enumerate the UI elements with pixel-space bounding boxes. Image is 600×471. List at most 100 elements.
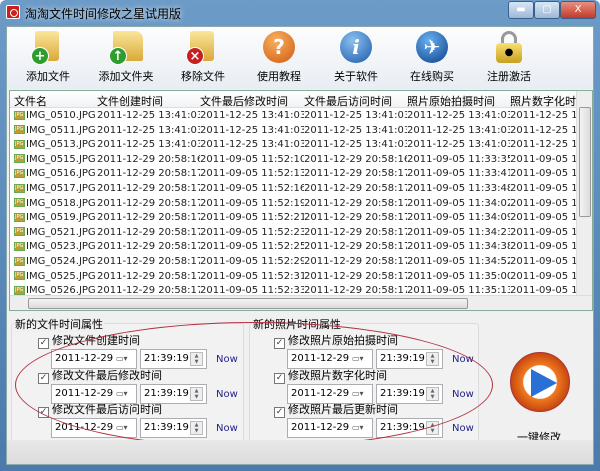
vertical-scroll-thumb[interactable] <box>579 107 591 217</box>
photo-time-group: 新的照片时间属性 ✓ 修改照片原始拍摄时间 2011-12-29 ▭▾ 21:39:… <box>249 316 479 448</box>
table-cell: JPG IMG_0511.JPG <box>14 125 97 136</box>
table-row[interactable]: JPG IMG_0518.JPG 2011-12-29 20:58:17 2011-0… <box>10 197 586 212</box>
time-cell: 2011-09-05 11:3 <box>510 197 586 209</box>
file-table[interactable]: 文件名 文件创建时间 文件最后修改时间 文件最后访问时间 照片原始拍摄时间 照片数字化时间… <box>9 90 593 311</box>
now-button[interactable]: Now <box>452 354 474 365</box>
table-cell: 2011-09-05 11:34:09 <box>407 212 510 223</box>
date-value: 2011-12-29 <box>291 387 350 399</box>
checkbox-label: 修改文件最后修改时间 <box>52 368 162 382</box>
status-bar <box>7 440 593 464</box>
maximize-button[interactable]: ▢ <box>534 1 560 19</box>
now-button[interactable]: Now <box>452 423 474 434</box>
calendar-dropdown-icon[interactable]: ▭▾ <box>352 353 369 365</box>
about-button[interactable]: i 关于软件 <box>321 29 391 84</box>
now-button[interactable]: Now <box>216 354 238 365</box>
time-cell: 2011-09-05 11:52:31 <box>200 270 304 282</box>
close-button[interactable]: X <box>560 1 596 19</box>
time-cell: 2011-12-25 13:41:03 <box>200 110 304 121</box>
checkbox-icon[interactable]: ✓ <box>38 372 49 384</box>
time-cell: 2011-09-05 11:3 <box>510 256 586 267</box>
table-row[interactable]: JPG IMG_0510.JPG 2011-12-25 13:41:03 2011-1… <box>10 109 586 124</box>
table-row[interactable]: JPG IMG_0517.JPG 2011-12-29 20:58:17 2011-0… <box>10 182 586 197</box>
checkbox-icon[interactable]: ✓ <box>274 338 285 349</box>
date-picker[interactable]: 2011-12-29 ▭▾ <box>51 418 137 438</box>
jpg-file-icon: JPG <box>14 168 25 178</box>
vertical-scrollbar[interactable] <box>576 91 592 296</box>
now-button[interactable]: Now <box>216 389 238 400</box>
checkbox-icon[interactable]: ✓ <box>38 407 49 418</box>
table-cell: 2011-09-05 11:3 <box>510 212 586 223</box>
time-input[interactable]: 21:39:19 ▲ ▼ <box>376 418 443 438</box>
table-row[interactable]: JPG IMG_0511.JPG 2011-12-25 13:41:03 2011-1… <box>10 124 586 139</box>
table-cell: 2011-12-25 13:4 <box>510 125 586 136</box>
jpg-file-icon: JPG <box>14 198 25 208</box>
client-area: + 添加文件 ↑ 添加文件夹 × 移除文件 ? 使用教程 i 关于软件 ✈ 在线… <box>6 26 594 465</box>
table-cell: 2011-12-29 20:58:17 <box>97 212 200 223</box>
date-picker[interactable]: 2011-12-29 ▭▾ <box>287 418 373 438</box>
table-row[interactable]: JPG IMG_0516.JPG 2011-12-29 20:58:17 2011-0… <box>10 167 586 182</box>
time-cell: 2011-09-05 11:3 <box>510 226 586 238</box>
tutorial-button[interactable]: ? 使用教程 <box>244 29 314 84</box>
calendar-dropdown-icon[interactable]: ▭▾ <box>116 353 133 365</box>
table-cell: 2011-09-05 11:52:23 <box>200 227 304 238</box>
modify-time-checkbox[interactable]: ✓ 修改照片原始拍摄时间 <box>274 332 398 349</box>
table-row[interactable]: JPG IMG_0515.JPG 2011-12-29 20:58:16 2011-0… <box>10 153 586 168</box>
date-value: 2011-12-29 <box>291 353 350 364</box>
column-header[interactable]: 文件最后访问时间 <box>304 93 407 109</box>
calendar-dropdown-icon[interactable]: ▭▾ <box>352 388 369 400</box>
checkbox-icon[interactable]: ✓ <box>274 372 285 384</box>
time-cell: 2011-12-29 20:58:17 <box>304 168 407 180</box>
column-header[interactable]: 照片原始拍摄时间 <box>407 93 510 109</box>
file-name: IMG_0510.JPG <box>26 110 96 121</box>
time-cell: 2011-12-29 20:58:17 <box>97 197 200 209</box>
time-spinner-icon[interactable]: ▲ ▼ <box>426 352 439 366</box>
add-folder-button[interactable]: ↑ 添加文件夹 <box>91 29 161 84</box>
time-cell: 2011-12-25 13:41:03 <box>407 124 510 136</box>
now-button[interactable]: Now <box>216 423 238 434</box>
apply-button-icon[interactable] <box>510 352 570 412</box>
minimize-button[interactable]: ▬ <box>508 1 534 19</box>
time-value: 21:39:19 <box>144 353 189 364</box>
calendar-dropdown-icon[interactable]: ▭▾ <box>116 422 133 434</box>
column-header[interactable]: 照片数字化时间 <box>510 93 586 109</box>
remove-file-button[interactable]: × 移除文件 <box>168 29 238 84</box>
checkbox-icon[interactable]: ✓ <box>274 407 285 418</box>
table-row[interactable]: JPG IMG_0513.JPG 2011-12-25 13:41:03 2011-1… <box>10 138 586 153</box>
table-row[interactable]: JPG IMG_0521.JPG 2011-12-29 20:58:17 2011-0… <box>10 226 586 241</box>
table-row[interactable]: JPG IMG_0523.JPG 2011-12-29 20:58:17 2011-0… <box>10 240 586 255</box>
table-cell: 2011-09-05 11:33:35 <box>407 154 510 165</box>
register-button[interactable]: ● 注册激活 <box>474 29 544 84</box>
calendar-dropdown-icon[interactable]: ▭▾ <box>116 388 133 400</box>
column-header[interactable]: 文件名 <box>14 93 97 109</box>
horizontal-scroll-thumb[interactable] <box>28 298 468 309</box>
modify-time-checkbox[interactable]: ✓ 修改文件最后访问时间 <box>38 401 162 418</box>
checkbox-icon[interactable]: ✓ <box>38 338 49 349</box>
buy-online-button[interactable]: ✈ 在线购买 <box>397 29 467 84</box>
file-name: IMG_0511.JPG <box>26 124 96 136</box>
time-spinner-icon[interactable]: ▲ ▼ <box>426 386 439 401</box>
table-row[interactable]: JPG IMG_0519.JPG 2011-12-29 20:58:17 2011-0… <box>10 211 586 226</box>
modify-time-checkbox[interactable]: ✓ 修改文件最后修改时间 <box>38 367 162 384</box>
time-input[interactable]: 21:39:19 ▲ ▼ <box>140 418 207 438</box>
horizontal-scrollbar[interactable] <box>10 295 592 310</box>
time-spinner-icon[interactable]: ▲ ▼ <box>190 386 203 401</box>
modify-time-checkbox[interactable]: ✓ 修改照片数字化时间 <box>274 367 387 384</box>
table-row[interactable]: JPG IMG_0524.JPG 2011-12-29 20:58:17 2011-0… <box>10 255 586 270</box>
now-button[interactable]: Now <box>452 389 474 400</box>
modify-time-checkbox[interactable]: ✓ 修改照片最后更新时间 <box>274 401 398 418</box>
column-header[interactable]: 文件创建时间 <box>97 93 200 109</box>
modify-time-checkbox[interactable]: ✓ 修改文件创建时间 <box>38 332 140 349</box>
buy-online-label: 在线购买 <box>410 70 454 83</box>
time-spinner-icon[interactable]: ▲ ▼ <box>426 421 439 435</box>
table-cell: 2011-12-29 20:58:17 <box>304 183 407 194</box>
calendar-dropdown-icon[interactable]: ▭▾ <box>352 422 369 434</box>
time-cell: 2011-12-25 13:41:03 <box>97 124 200 136</box>
time-spinner-icon[interactable]: ▲ ▼ <box>190 421 203 435</box>
table-row[interactable]: JPG IMG_0525.JPG 2011-12-29 20:58:17 2011-0… <box>10 270 586 285</box>
register-label: 注册激活 <box>487 70 531 83</box>
column-header[interactable]: 文件最后修改时间 <box>200 93 304 109</box>
file-name: IMG_0524.JPG <box>26 256 96 267</box>
add-file-button[interactable]: + 添加文件 <box>13 29 83 84</box>
time-spinner-icon[interactable]: ▲ ▼ <box>190 352 203 366</box>
date-value: 2011-12-29 <box>55 353 114 364</box>
